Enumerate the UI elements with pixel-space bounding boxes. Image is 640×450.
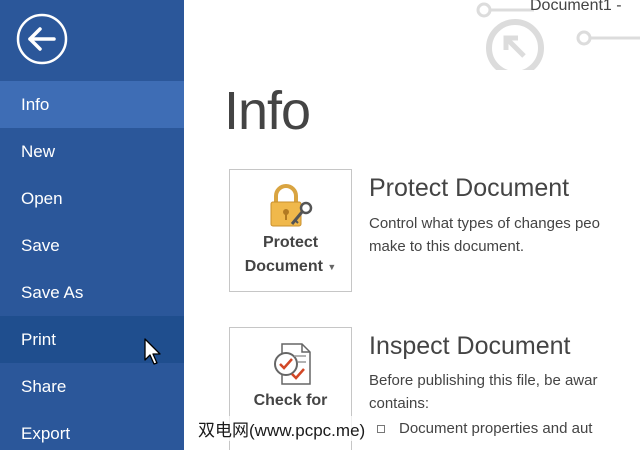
page-title: Info bbox=[224, 81, 311, 141]
inspect-document-icon bbox=[274, 343, 311, 385]
nav-item-open[interactable]: Open bbox=[0, 175, 184, 222]
mouse-cursor-icon bbox=[144, 338, 161, 365]
nav-item-save-as[interactable]: Save As bbox=[0, 269, 184, 316]
nav-item-save[interactable]: Save bbox=[0, 222, 184, 269]
nav-item-info[interactable]: Info bbox=[0, 81, 184, 128]
inspect-document-description: Before publishing this file, be awar con… bbox=[369, 372, 598, 412]
protect-document-heading: Protect Document bbox=[369, 174, 570, 202]
back-arrow-icon bbox=[16, 13, 68, 65]
nav-item-share[interactable]: Share bbox=[0, 363, 184, 410]
protect-document-description: Control what types of changes peo make t… bbox=[369, 215, 600, 255]
backstage-sidebar: Info New Open Save Save As Print Share E… bbox=[0, 0, 184, 450]
dropdown-caret-icon: ▼ bbox=[327, 262, 337, 272]
document-title: Document1 - bbox=[530, 0, 622, 14]
lock-key-icon bbox=[270, 184, 313, 227]
protect-document-label: Protect Document ▼ bbox=[244, 234, 337, 276]
watermark: 双电网(www.pcpc.me) bbox=[198, 416, 366, 441]
backstage-main: Document1 - Info Protect Document ▼ Prot… bbox=[184, 0, 640, 450]
nav-item-export[interactable]: Export bbox=[0, 410, 184, 450]
check-for-issues-label: Check for bbox=[253, 392, 328, 409]
back-button[interactable] bbox=[16, 13, 68, 65]
protect-document-button[interactable]: Protect Document ▼ bbox=[229, 169, 352, 292]
bullet-square-icon bbox=[377, 425, 385, 434]
nav-item-new[interactable]: New bbox=[0, 128, 184, 175]
inspect-bullet-item: Document properties and aut bbox=[369, 420, 592, 437]
inspect-document-heading: Inspect Document bbox=[369, 332, 571, 360]
backstage-nav: Info New Open Save Save As Print Share E… bbox=[0, 81, 184, 450]
